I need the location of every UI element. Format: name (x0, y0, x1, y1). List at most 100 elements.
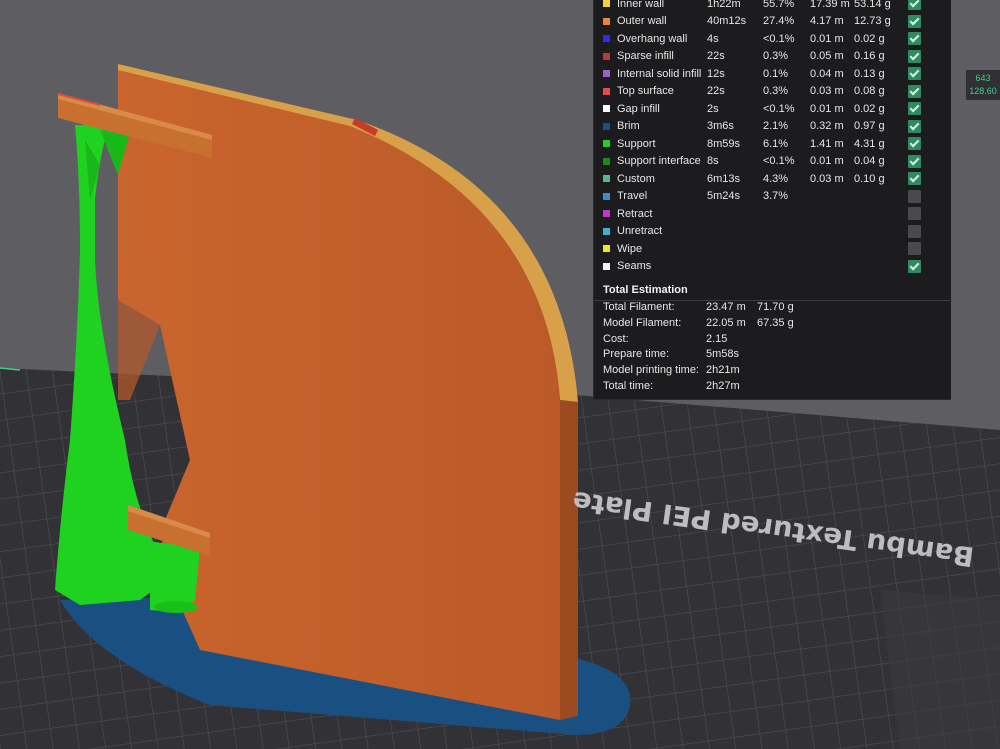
feature-length: 4.17 m (810, 15, 844, 28)
feature-weight: 53.14 g (854, 0, 891, 10)
feature-visibility-checkbox[interactable] (908, 154, 921, 168)
total-value: 2h21m (706, 364, 740, 377)
feature-visibility-checkbox[interactable] (908, 84, 921, 98)
feature-name: Gap infill (617, 102, 660, 115)
feature-name: Wipe (617, 242, 643, 255)
feature-color-swatch (603, 122, 610, 130)
feature-color-swatch (603, 87, 610, 95)
total-row: Cost: 2.15 (594, 333, 952, 349)
feature-color-swatch (603, 175, 610, 183)
feature-row: Support interface 8s <0.1% 0.01 m 0.04 g (594, 153, 952, 171)
feature-row: Travel 5m24s 3.7% (594, 188, 952, 206)
feature-length: 0.05 m (810, 50, 844, 63)
feature-row: Outer wall 40m12s 27.4% 4.17 m 12.73 g (594, 13, 952, 31)
feature-name: Support interface (617, 155, 701, 168)
feature-visibility-checkbox[interactable] (908, 119, 921, 133)
total-label: Prepare time: (603, 348, 670, 361)
feature-percent: 27.4% (763, 15, 795, 28)
feature-weight: 4.31 g (854, 137, 885, 150)
feature-visibility-checkbox[interactable] (908, 207, 921, 221)
feature-weight: 0.08 g (854, 85, 885, 98)
feature-length: 0.01 m (810, 102, 844, 115)
total-row: Model Filament: 22.05 m 67.35 g (594, 317, 952, 333)
feature-length: 0.32 m (810, 120, 844, 133)
feature-percent: 6.1% (763, 137, 789, 150)
feature-length: 0.03 m (810, 85, 844, 98)
total-label: Cost: (603, 332, 629, 345)
total-value: 2.15 (706, 332, 728, 345)
feature-length: 17.39 m (810, 0, 850, 10)
feature-visibility-checkbox[interactable] (908, 189, 921, 203)
feature-percent: 0.1% (763, 67, 789, 80)
total-label: Total time: (603, 380, 654, 392)
total-row: Total time: 2h27m (594, 380, 952, 396)
feature-weight: 0.02 g (854, 102, 885, 115)
feature-row: Brim 3m6s 2.1% 0.32 m 0.97 g (594, 118, 952, 136)
feature-time: 40m12s (707, 15, 747, 28)
feature-time: 8m59s (707, 137, 741, 150)
total-value: 2h27m (706, 380, 740, 392)
feature-length: 0.01 m (810, 32, 844, 45)
feature-color-swatch (603, 262, 610, 270)
feature-color-swatch (603, 70, 610, 78)
feature-visibility-checkbox[interactable] (908, 242, 921, 256)
feature-row: Seams (594, 258, 952, 276)
feature-row: Gap infill 2s <0.1% 0.01 m 0.02 g (594, 100, 952, 118)
feature-visibility-checkbox[interactable] (908, 49, 921, 63)
feature-color-swatch (603, 0, 610, 8)
feature-visibility-checkbox[interactable] (908, 102, 921, 116)
coordinate-line2: 128.60 (969, 86, 997, 96)
feature-row: Unretract (594, 223, 952, 241)
feature-percent: <0.1% (763, 155, 795, 168)
feature-name: Outer wall (617, 15, 667, 28)
feature-length: 0.03 m (810, 172, 844, 185)
feature-name: Brim (617, 120, 640, 133)
feature-name: Internal solid infill (617, 67, 702, 80)
coordinate-line1: 643 (975, 73, 991, 83)
total-estimation-heading: Total Estimation (603, 284, 688, 296)
feature-length: 1.41 m (810, 137, 844, 150)
feature-visibility-checkbox[interactable] (908, 14, 921, 28)
feature-color-swatch (603, 227, 610, 235)
coordinate-readout: 643 128.60 (966, 70, 1000, 100)
feature-visibility-checkbox[interactable] (908, 224, 921, 238)
feature-time: 22s (707, 85, 725, 98)
feature-color-swatch (603, 192, 610, 200)
total-label: Model printing time: (603, 364, 699, 377)
total-value-secondary: 67.35 g (757, 316, 794, 329)
feature-visibility-checkbox[interactable] (908, 0, 921, 11)
feature-name: Seams (617, 260, 652, 273)
feature-percent: 2.1% (763, 120, 789, 133)
slice-statistics-panel: Inner wall 1h22m 55.7% 17.39 m 53.14 g Outer … (593, 0, 952, 400)
feature-weight: 0.97 g (854, 120, 885, 133)
feature-weight: 12.73 g (854, 15, 891, 28)
feature-row: Custom 6m13s 4.3% 0.03 m 0.10 g (594, 170, 952, 188)
feature-row: Inner wall 1h22m 55.7% 17.39 m 53.14 g (594, 0, 952, 13)
feature-visibility-checkbox[interactable] (908, 32, 921, 46)
feature-percent: 3.7% (763, 190, 789, 203)
feature-visibility-checkbox[interactable] (908, 259, 921, 273)
total-value: 5m58s (706, 348, 740, 361)
feature-time: 5m24s (707, 190, 741, 203)
total-row: Total Filament: 23.47 m 71.70 g (594, 301, 952, 317)
feature-weight: 0.04 g (854, 155, 885, 168)
feature-weight: 0.16 g (854, 50, 885, 63)
total-row: Model printing time: 2h21m (594, 364, 952, 380)
feature-weight: 0.10 g (854, 172, 885, 185)
feature-time: 4s (707, 32, 719, 45)
feature-color-swatch (603, 245, 610, 253)
feature-row: Wipe (594, 240, 952, 258)
total-label: Model Filament: (603, 316, 682, 329)
total-value: 23.47 m (706, 301, 746, 313)
feature-time: 1h22m (707, 0, 741, 10)
feature-visibility-checkbox[interactable] (908, 172, 921, 186)
feature-row: Retract (594, 205, 952, 223)
feature-visibility-checkbox[interactable] (908, 137, 921, 151)
feature-visibility-checkbox[interactable] (908, 67, 921, 81)
feature-time: 3m6s (707, 120, 734, 133)
feature-color-swatch (603, 105, 610, 113)
feature-color-swatch (603, 17, 610, 25)
feature-name: Top surface (617, 85, 674, 98)
feature-percent: <0.1% (763, 32, 795, 45)
feature-name: Inner wall (617, 0, 665, 10)
